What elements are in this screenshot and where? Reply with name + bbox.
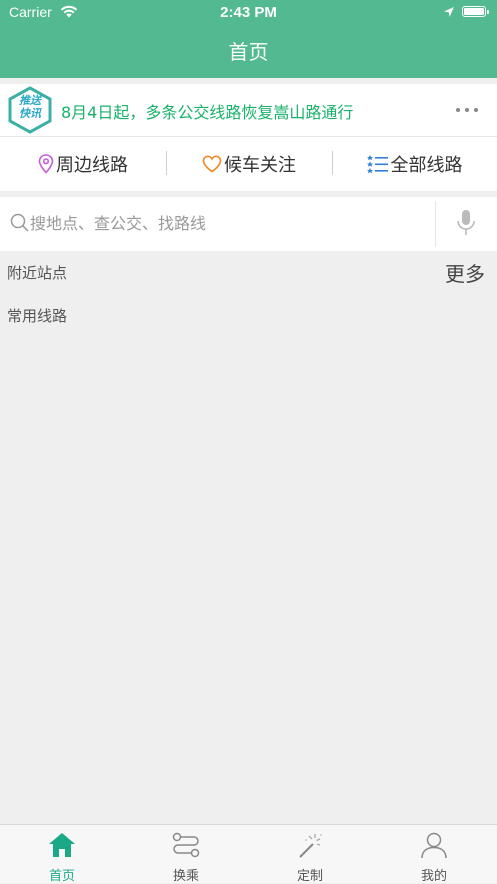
status-time: 2:43 PM bbox=[220, 4, 277, 21]
search-icon bbox=[10, 213, 30, 237]
tab-home-label: 首页 bbox=[48, 869, 75, 884]
page-title: 首页 bbox=[228, 40, 269, 64]
more-options-icon[interactable] bbox=[455, 96, 479, 118]
heart-icon bbox=[202, 155, 222, 173]
search-bar bbox=[0, 197, 497, 251]
microphone-icon[interactable] bbox=[455, 209, 477, 241]
badge-line-1: 推送 bbox=[19, 94, 41, 107]
tab-transfer[interactable]: 换乘 bbox=[124, 825, 248, 884]
nearby-routes-button[interactable]: 周边线路 bbox=[0, 137, 166, 191]
search-input[interactable] bbox=[30, 211, 420, 235]
battery-icon bbox=[462, 6, 489, 17]
news-banner[interactable]: 推送 快讯 8月4日起，多条公交线路恢复嵩山路通行 bbox=[0, 84, 497, 137]
badge-line-2: 快讯 bbox=[19, 107, 41, 120]
waiting-follow-button[interactable]: 候车关注 bbox=[166, 137, 332, 191]
tab-mine-label: 我的 bbox=[420, 869, 447, 884]
list-icon bbox=[366, 155, 388, 174]
all-routes-button[interactable]: 全部线路 bbox=[332, 137, 497, 191]
tab-home[interactable]: 首页 bbox=[0, 825, 124, 884]
home-icon bbox=[49, 833, 75, 857]
bottom-tab-bar: 首页 换乘 定制 我的 bbox=[0, 824, 497, 884]
nearby-routes-label: 周边线路 bbox=[56, 155, 128, 176]
nearby-stations-title: 附近站点 bbox=[7, 264, 68, 282]
frequent-routes-title: 常用线路 bbox=[7, 307, 68, 325]
status-bar: Carrier 2:43 PM bbox=[0, 0, 497, 26]
tab-transfer-label: 换乘 bbox=[172, 869, 199, 884]
location-arrow-icon bbox=[443, 6, 455, 22]
transfer-icon bbox=[172, 832, 200, 858]
tab-custom-label: 定制 bbox=[296, 869, 323, 884]
all-routes-label: 全部线路 bbox=[390, 155, 463, 176]
news-headline[interactable]: 8月4日起，多条公交线路恢复嵩山路通行 bbox=[61, 99, 353, 123]
frequent-routes-section: 常用线路 bbox=[0, 294, 497, 334]
tab-mine[interactable]: 我的 bbox=[372, 825, 496, 884]
app-header: Carrier 2:43 PM 首页 bbox=[0, 0, 497, 78]
location-pin-icon bbox=[38, 154, 54, 174]
tab-custom[interactable]: 定制 bbox=[248, 825, 372, 884]
waiting-follow-label: 候车关注 bbox=[224, 155, 296, 176]
nearby-stations-section: 附近站点 更多 bbox=[0, 251, 497, 291]
user-icon bbox=[421, 832, 447, 859]
nearby-more-button[interactable]: 更多 bbox=[445, 258, 485, 287]
magic-wand-icon bbox=[299, 834, 322, 858]
quick-links-bar: 周边线路 候车关注 全部线路 bbox=[0, 137, 497, 191]
divider bbox=[435, 201, 436, 247]
push-news-badge: 推送 快讯 bbox=[6, 86, 54, 134]
